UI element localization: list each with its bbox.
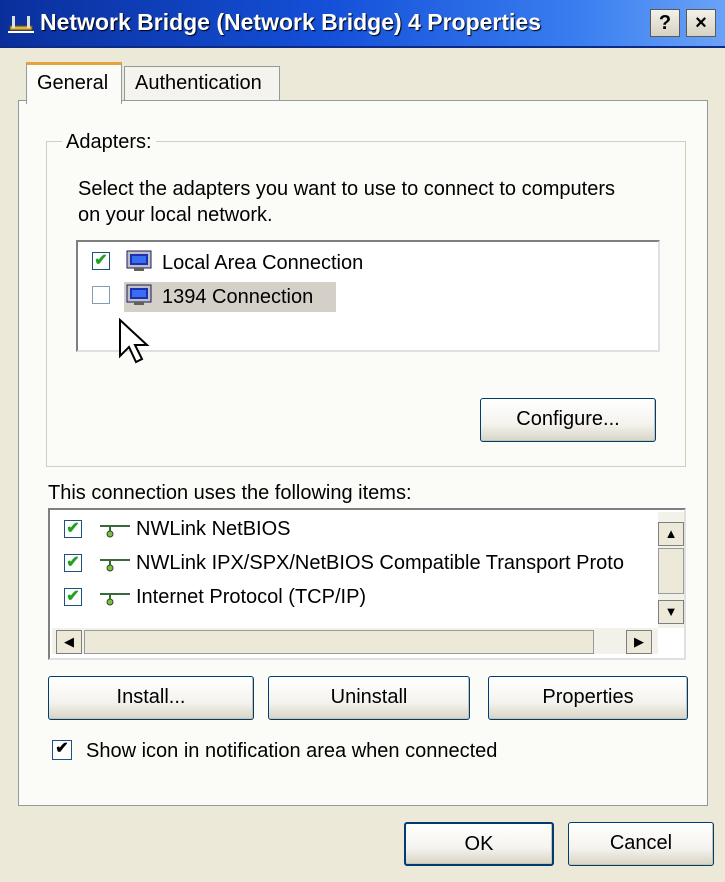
adapter-label-1394[interactable]: 1394 Connection [162,286,313,309]
adapters-description-line2: on your local network. [78,204,273,226]
item-label-nwlink-ipx[interactable]: NWLink IPX/SPX/NetBIOS Compatible Transp… [136,552,656,575]
window-title: Network Bridge (Network Bridge) 4 Proper… [40,9,541,35]
cancel-button[interactable]: Cancel [568,822,714,866]
configure-button[interactable]: Configure... [480,398,656,442]
help-button[interactable]: ? [650,9,680,37]
install-button[interactable]: Install... [48,676,254,720]
properties-dialog: Network Bridge (Network Bridge) 4 Proper… [0,0,725,882]
item-label-nwlink-netbios[interactable]: NWLink NetBIOS [136,518,290,541]
network-bridge-icon [8,16,34,33]
network-adapter-icon [126,250,152,271]
protocol-icon [100,559,130,572]
tab-authentication[interactable]: Authentication [124,66,280,100]
adapter-label-local-area[interactable]: Local Area Connection [162,252,363,275]
vertical-scroll-thumb[interactable] [658,548,684,594]
properties-button[interactable]: Properties [488,676,688,720]
tab-general-label: General [37,72,109,94]
network-adapter-icon [126,284,152,305]
tab-authentication-label: Authentication [135,72,262,94]
scroll-right-button[interactable]: ▶ [626,630,652,654]
scroll-left-button[interactable]: ◀ [56,630,82,654]
mouse-cursor-icon [119,318,150,364]
item-checkbox-tcpip[interactable]: ✔ [64,588,82,606]
uninstall-button[interactable]: Uninstall [268,676,470,720]
notification-checkbox[interactable]: ✔ [52,740,72,760]
horizontal-scroll-thumb[interactable] [84,630,594,654]
item-label-tcpip[interactable]: Internet Protocol (TCP/IP) [136,586,366,609]
title-bar[interactable]: Network Bridge (Network Bridge) 4 Proper… [0,0,725,48]
scroll-up-button[interactable]: ▲ [658,522,684,546]
ok-button[interactable]: OK [404,822,554,866]
adapter-checkbox-1394[interactable] [92,286,110,304]
item-checkbox-nwlink-ipx[interactable]: ✔ [64,554,82,572]
notification-label[interactable]: Show icon in notification area when conn… [86,740,497,763]
item-checkbox-nwlink-netbios[interactable]: ✔ [64,520,82,538]
adapters-group-label: Adapters: [62,131,156,154]
close-button[interactable]: × [686,9,716,37]
tab-general[interactable]: General [26,62,122,104]
items-section-label: This connection uses the following items… [48,482,412,504]
adapter-checkbox-local-area[interactable]: ✔ [92,252,110,270]
scroll-down-button[interactable]: ▼ [658,600,684,624]
protocol-icon [100,525,130,538]
protocol-icon [100,593,130,606]
adapters-description-line1: Select the adapters you want to use to c… [78,178,615,200]
